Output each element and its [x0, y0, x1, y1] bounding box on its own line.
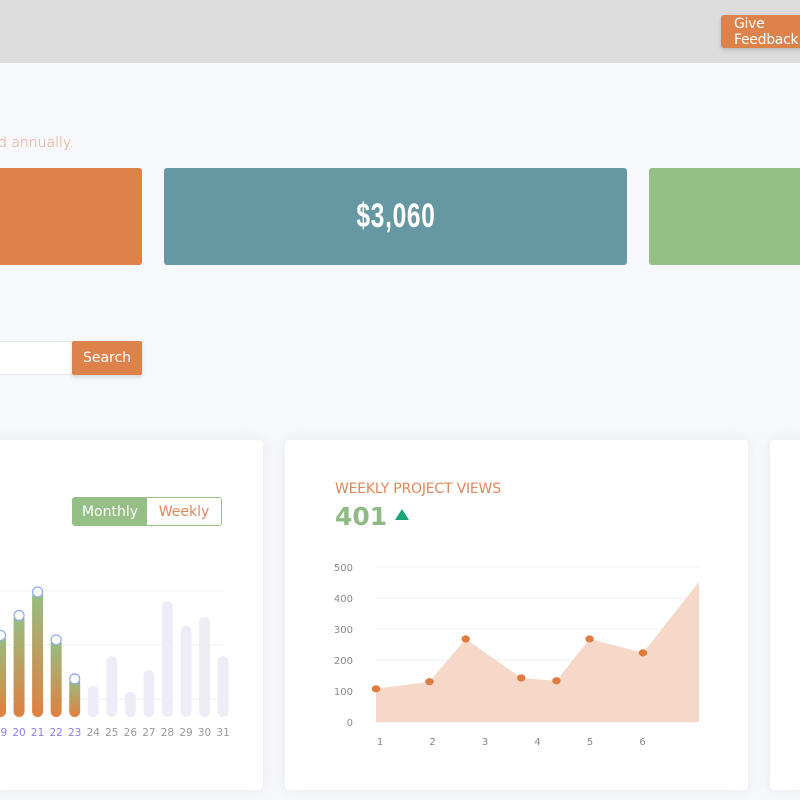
x-tick-label: 3	[482, 737, 488, 748]
y-tick-label: 0	[347, 718, 353, 729]
x-tick-label: 2	[429, 737, 435, 748]
page-subtitle: d annually.	[0, 135, 74, 151]
data-point	[425, 678, 434, 686]
data-point	[461, 635, 470, 643]
x-tick-label: 25	[105, 727, 118, 739]
stat-card-teal: $3,060	[164, 168, 627, 265]
x-tick-label: 20	[12, 727, 25, 739]
bar	[180, 625, 192, 717]
toggle-monthly[interactable]: Monthly	[73, 498, 147, 525]
stat-card-orange	[0, 168, 142, 265]
bar	[87, 685, 99, 717]
y-tick-label: 100	[334, 687, 353, 698]
x-tick-label: 31	[216, 727, 229, 739]
search-input[interactable]	[0, 341, 72, 375]
trend-up-icon	[395, 509, 409, 520]
bar	[32, 591, 44, 717]
right-panel	[770, 440, 800, 790]
data-point	[517, 674, 526, 682]
data-point	[638, 649, 648, 657]
x-tick-label: 26	[124, 727, 138, 739]
x-tick-label: 28	[161, 727, 174, 739]
daily-bar-chart: 19 20 21 22 23 24 25 26 27 28 29 30 31	[0, 586, 230, 739]
give-feedback-button[interactable]: Give Feedback	[721, 15, 800, 48]
bar-marker	[0, 629, 7, 642]
bar	[50, 638, 62, 717]
toggle-weekly[interactable]: Weekly	[147, 498, 221, 525]
bar	[161, 601, 173, 717]
bar-marker	[69, 673, 81, 685]
bar	[217, 656, 229, 717]
bar	[124, 691, 136, 717]
weekly-views-value: 401	[335, 502, 388, 531]
stat-card-green	[649, 168, 800, 265]
bar	[199, 617, 211, 717]
x-tick-label: 19	[0, 727, 7, 739]
bar	[106, 656, 118, 717]
y-tick-label: 500	[334, 563, 353, 574]
weekly-views-area-chart: 0 100 200 300 400 500 1 2 3 4 5 6	[334, 563, 699, 748]
data-point	[552, 677, 561, 685]
bar	[0, 634, 6, 717]
bar	[13, 614, 25, 717]
x-tick-label: 27	[142, 727, 155, 739]
x-tick-label: 5	[587, 737, 593, 748]
x-tick-label: 24	[87, 727, 101, 739]
y-tick-label: 400	[334, 594, 353, 605]
stat-value-amount: $3,060	[355, 197, 436, 235]
bar-marker	[31, 586, 44, 598]
y-tick-label: 200	[334, 656, 353, 667]
x-tick-label: 23	[68, 727, 81, 739]
data-point	[371, 685, 381, 693]
x-tick-label: 6	[639, 737, 645, 748]
weekly-views-title: WEEKLY PROJECT VIEWS	[335, 481, 501, 497]
x-tick-label: 29	[179, 727, 192, 739]
search-button[interactable]: Search	[72, 341, 142, 375]
x-tick-label: 30	[198, 727, 211, 739]
x-tick-label: 22	[49, 727, 62, 739]
area-fill	[376, 581, 699, 722]
bar-marker	[50, 634, 62, 646]
period-toggle: Monthly Weekly	[72, 497, 222, 526]
y-tick-label: 300	[334, 625, 353, 636]
x-tick-label: 21	[31, 727, 44, 739]
x-tick-label: 4	[534, 737, 540, 748]
bar-marker	[13, 609, 25, 622]
x-tick-label: 1	[377, 737, 383, 748]
top-bar	[0, 0, 800, 63]
bar	[143, 670, 155, 717]
data-point	[585, 635, 594, 643]
